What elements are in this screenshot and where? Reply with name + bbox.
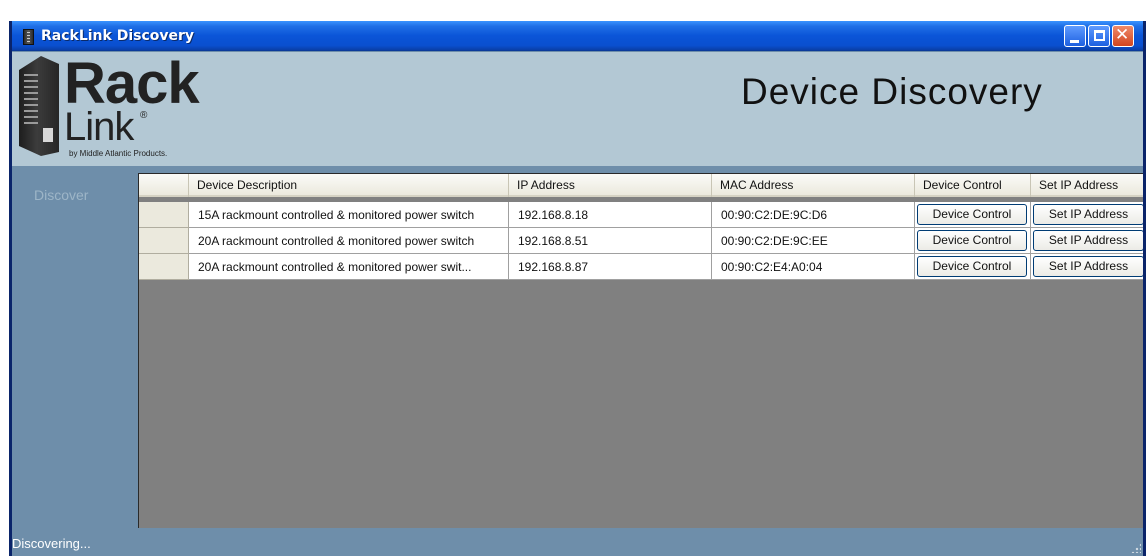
status-bar: Discovering...	[12, 528, 1143, 556]
status-text: Discovering...	[12, 536, 91, 551]
device-description-cell[interactable]: 20A rackmount controlled & monitored pow…	[189, 228, 509, 254]
row-header-corner	[139, 174, 189, 197]
device-control-button[interactable]: Device Control	[917, 204, 1027, 225]
maximize-button[interactable]	[1088, 25, 1110, 47]
row-header[interactable]	[139, 254, 189, 280]
logo-byline: by Middle Atlantic Products.	[69, 149, 168, 158]
device-description-cell[interactable]: 20A rackmount controlled & monitored pow…	[189, 254, 509, 280]
logo-word-link: Link	[64, 105, 134, 149]
set-ip-address-button[interactable]: Set IP Address	[1033, 256, 1143, 277]
mac-address-cell[interactable]: 00:90:C2:E4:A0:04	[712, 254, 915, 280]
table-row: 20A rackmount controlled & monitored pow…	[139, 228, 1143, 254]
column-header-ip[interactable]: IP Address	[509, 174, 712, 197]
maximize-icon	[1094, 30, 1105, 41]
set-ip-cell: Set IP Address	[1031, 228, 1143, 254]
row-header[interactable]	[139, 228, 189, 254]
set-ip-cell: Set IP Address	[1031, 254, 1143, 280]
column-header-mac[interactable]: MAC Address	[712, 174, 915, 197]
ip-address-cell[interactable]: 192.168.8.87	[509, 254, 712, 280]
logo-registered-mark: ®	[140, 110, 148, 121]
device-control-button[interactable]: Device Control	[917, 230, 1027, 251]
device-control-cell: Device Control	[915, 254, 1031, 280]
app-window: RackLink Discovery ✕ Rack Link ® by Midd…	[9, 21, 1146, 556]
close-icon: ✕	[1115, 25, 1130, 45]
device-control-button[interactable]: Device Control	[917, 256, 1027, 277]
ip-address-cell[interactable]: 192.168.8.18	[509, 202, 712, 228]
table-row: 15A rackmount controlled & monitored pow…	[139, 202, 1143, 228]
mac-address-cell[interactable]: 00:90:C2:DE:9C:D6	[712, 202, 915, 228]
set-ip-cell: Set IP Address	[1031, 202, 1143, 228]
device-grid: Device Description IP Address MAC Addres…	[138, 173, 1143, 529]
device-control-cell: Device Control	[915, 202, 1031, 228]
sidebar-item-discover[interactable]: Discover	[34, 187, 88, 203]
column-header-description[interactable]: Device Description	[189, 174, 509, 197]
set-ip-address-button[interactable]: Set IP Address	[1033, 230, 1143, 251]
ip-address-cell[interactable]: 192.168.8.51	[509, 228, 712, 254]
mac-address-cell[interactable]: 00:90:C2:DE:9C:EE	[712, 228, 915, 254]
window-title: RackLink Discovery	[41, 28, 195, 44]
column-header-set-ip[interactable]: Set IP Address	[1031, 174, 1143, 197]
page-title: Device Discovery	[741, 71, 1043, 112]
resize-grip-icon[interactable]	[1131, 543, 1141, 553]
header-banner: Rack Link ® by Middle Atlantic Products.…	[12, 52, 1143, 166]
device-control-cell: Device Control	[915, 228, 1031, 254]
column-header-device-control[interactable]: Device Control	[915, 174, 1031, 197]
row-header[interactable]	[139, 202, 189, 228]
close-button[interactable]: ✕	[1112, 25, 1134, 47]
rack-icon	[23, 29, 34, 45]
set-ip-address-button[interactable]: Set IP Address	[1033, 204, 1143, 225]
table-row: 20A rackmount controlled & monitored pow…	[139, 254, 1143, 280]
minimize-icon	[1070, 40, 1079, 43]
rack-logo-icon	[19, 56, 59, 156]
minimize-button[interactable]	[1064, 25, 1086, 47]
device-description-cell[interactable]: 15A rackmount controlled & monitored pow…	[189, 202, 509, 228]
sidebar: Discover	[12, 166, 138, 528]
title-bar[interactable]: RackLink Discovery ✕	[12, 21, 1143, 51]
grid-header: Device Description IP Address MAC Addres…	[139, 174, 1143, 197]
